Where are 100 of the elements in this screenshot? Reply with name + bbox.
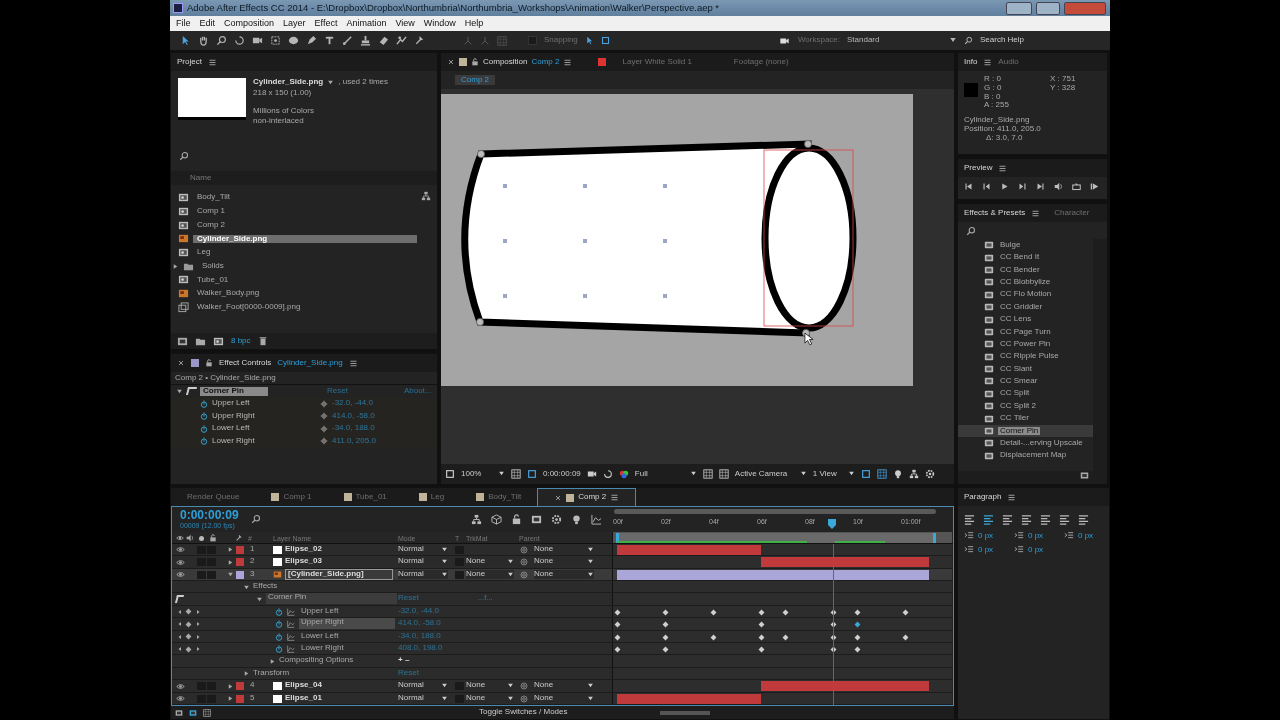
menu-item[interactable]: File [176,18,191,29]
trash-icon[interactable] [257,336,268,346]
comp-mini-flowchart-icon[interactable] [471,513,482,525]
label-color[interactable] [236,545,244,554]
indent-field[interactable]: 0 px [1028,531,1044,541]
layer-name-link[interactable]: Cylinder_Side.png [277,358,343,368]
layer-name[interactable]: Elipse_04 [285,681,322,690]
stamp-tool-icon[interactable] [360,35,371,46]
effect-name[interactable]: Corner Pin [200,386,268,396]
project-item[interactable]: Tube_01 [193,275,233,285]
panel-tab[interactable]: Footage (none) [733,57,789,67]
speaker-icon[interactable] [1054,182,1063,191]
menu-item[interactable]: View [395,18,415,29]
current-time[interactable]: 0:00:00:09 [543,469,581,479]
preset-entry[interactable]: CC Ripple Pulse [998,352,1061,362]
project-item[interactable]: Body_Tilt [193,193,235,203]
search-help-field[interactable]: Search Help [980,36,1110,45]
preset-entry[interactable]: CC Flo Motion [998,290,1054,300]
indent-field[interactable]: 0 px [978,531,994,541]
brainstorm-icon[interactable] [571,513,582,525]
layer-name[interactable]: [Cylinder_Side.png] [285,568,393,580]
playhead-handle[interactable] [828,519,836,529]
project-item[interactable]: Walker_Body.png [193,289,264,299]
disclosure-triangle-icon[interactable] [227,558,234,566]
render-icon[interactable] [892,469,903,479]
always-preview-icon[interactable] [445,469,455,479]
disclosure-triangle-icon[interactable] [227,695,234,703]
mode-dropdown[interactable]: Normal [398,544,448,554]
align-right-icon[interactable] [1002,514,1013,525]
layer-name[interactable]: Elipse_01 [285,693,322,703]
panel-tab[interactable]: Effects & Presets [964,208,1026,218]
project-item[interactable]: Comp 2 [193,220,229,230]
panel-tab[interactable]: Audio [998,57,1019,67]
menu-icon[interactable] [983,57,993,67]
search-icon[interactable] [250,514,261,525]
layer-switches-icon[interactable] [175,708,183,717]
panel-tab[interactable]: Body_Tilt [488,492,522,502]
minimize-button[interactable] [1006,1,1032,15]
color-channel-icon[interactable] [618,469,629,479]
fx-icon[interactable] [174,595,185,604]
menu-icon[interactable] [610,493,620,502]
disclosure-triangle-icon[interactable] [176,387,183,395]
mask-visibility-icon[interactable] [527,469,537,479]
resolution-dropdown[interactable]: Full [634,469,697,479]
menu-item[interactable]: Window [423,18,456,29]
breadcrumb-button[interactable]: Comp 2 [455,74,495,86]
stopwatch-icon[interactable] [275,607,283,616]
parent-dropdown[interactable]: None [534,544,594,554]
menu-item[interactable]: Edit [199,18,216,29]
project-item[interactable]: Leg [193,248,215,257]
type-tool-icon[interactable] [324,35,335,46]
label-icon[interactable] [235,533,243,542]
flowchart-icon[interactable] [421,191,431,201]
preset-entry[interactable]: CC Split [998,389,1032,399]
preset-entry[interactable]: CC Blobbylize [998,277,1053,287]
disclosure-triangle-icon[interactable] [227,571,234,579]
add-remove-controls[interactable]: + – [398,656,410,666]
shy-layers-icon[interactable] [511,513,522,525]
first-frame-icon[interactable] [964,182,973,191]
eye-icon[interactable] [176,681,185,691]
label-color[interactable] [236,682,244,691]
property-name[interactable]: Lower Left [299,631,339,641]
pin-tool-icon[interactable] [414,35,425,46]
transparency-grid-icon[interactable] [718,469,729,479]
align-center-icon[interactable] [983,514,994,525]
stopwatch-icon[interactable] [200,399,208,408]
panel-tab[interactable]: Paragraph [964,492,1002,502]
eye-icon[interactable] [176,694,185,704]
group-name[interactable]: Compositing Options [279,656,354,666]
preset-entry[interactable]: CC Power Pin [998,339,1053,349]
point-control-icon[interactable] [320,424,328,433]
menu-item[interactable]: Effect [314,18,338,29]
project-item[interactable]: Solids [198,261,228,271]
search-icon[interactable] [964,36,973,45]
last-frame-icon[interactable] [1036,182,1045,191]
camera-dropdown[interactable]: Active Camera [734,469,807,479]
align-justify-left-icon[interactable] [1021,514,1032,525]
close-icon[interactable] [554,493,563,502]
stopwatch-icon[interactable] [200,412,208,421]
solo-icon[interactable] [199,535,204,541]
graph-editor-icon[interactable] [591,513,602,525]
effect-name[interactable]: Corner Pin [266,593,397,605]
pen-tool-icon[interactable] [306,35,317,46]
show-snapshot-icon[interactable] [602,469,613,479]
roto-brush-tool-icon[interactable] [396,35,407,46]
toggle-pixel-icon[interactable] [860,469,871,479]
close-button[interactable] [1064,1,1106,15]
mode-dropdown[interactable]: Normal [398,681,448,690]
preset-entry[interactable]: CC Split 2 [998,401,1038,411]
transfer-controls-icon[interactable] [189,708,197,717]
preset-entry[interactable]: CC Lens [998,315,1034,324]
keyframe-icon[interactable] [782,608,789,616]
caret-icon[interactable] [327,78,335,86]
disclosure-triangle-icon[interactable] [243,583,250,591]
preset-entry[interactable]: Bulge [998,240,1023,250]
view-layout-dropdown[interactable]: 1 View [812,469,855,479]
property-name[interactable]: Lower Right [299,644,344,653]
indent-icon[interactable] [1014,545,1024,555]
disclosure-triangle-icon[interactable] [243,670,250,678]
disclosure-triangle-icon[interactable] [227,546,234,554]
